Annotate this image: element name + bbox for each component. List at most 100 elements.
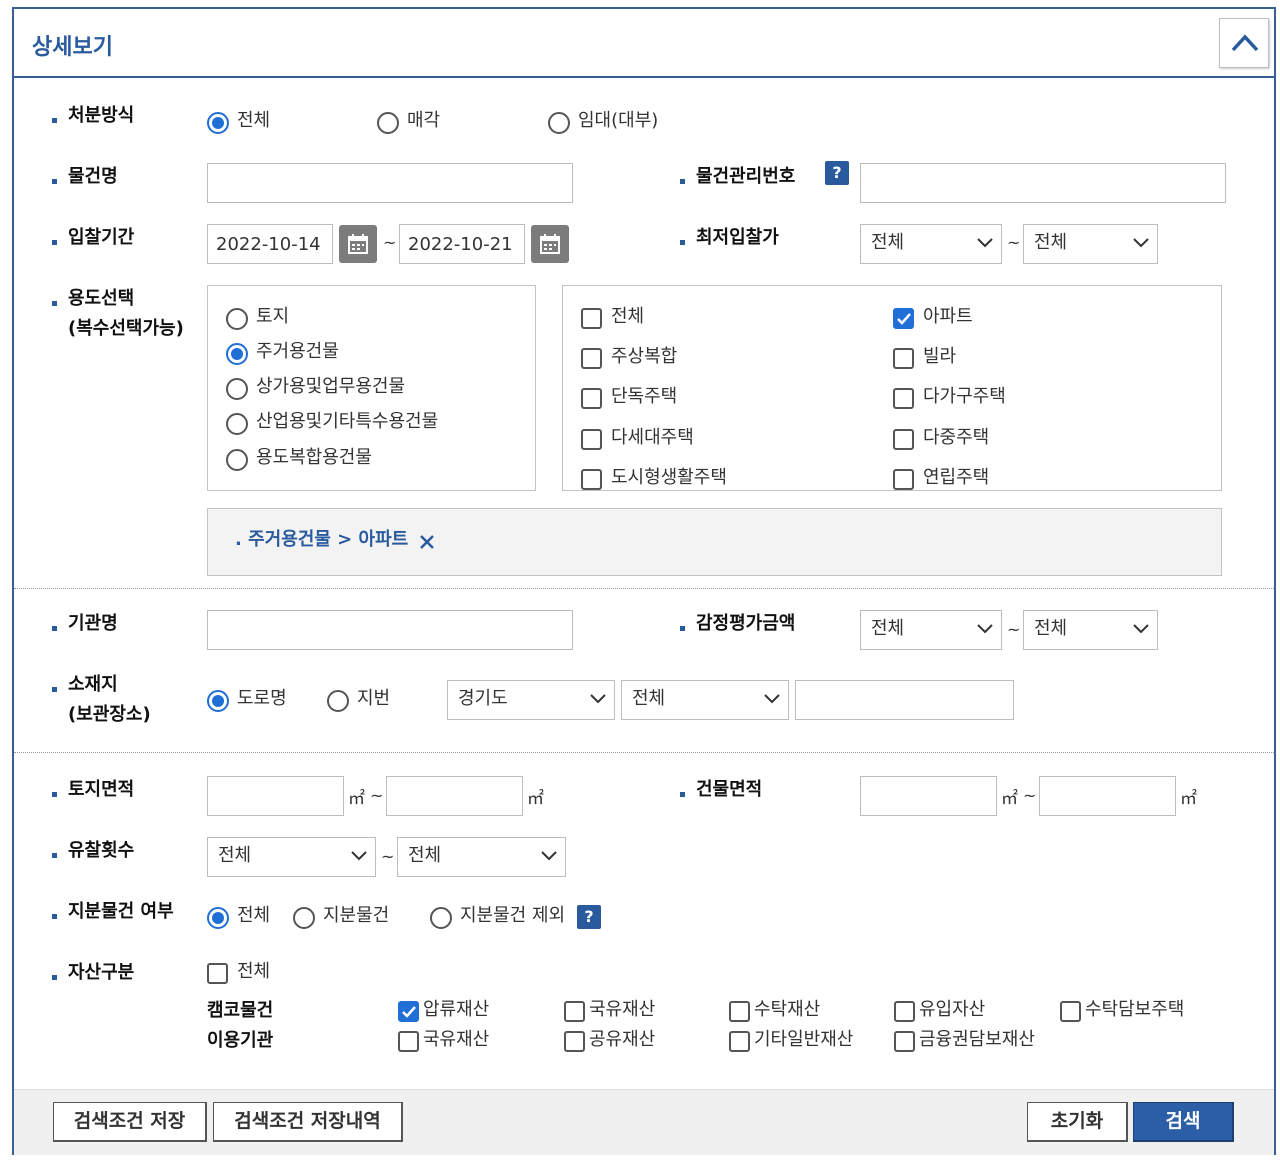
- checkbox-label: 공유재산: [589, 1029, 656, 1050]
- item-no-input[interactable]: [860, 163, 1226, 203]
- checkbox-label: 수탁재산: [754, 999, 821, 1020]
- fail-count-from-select[interactable]: 전체: [207, 837, 376, 877]
- checkbox-subtype-multiunit[interactable]: [893, 429, 914, 450]
- chevron-down-icon: [351, 851, 367, 861]
- chevron-down-icon: [764, 694, 780, 704]
- calendar-button[interactable]: [339, 225, 377, 263]
- checkbox-asset-acquired[interactable]: [894, 1001, 915, 1022]
- checkbox-asset-trust-housing[interactable]: [1060, 1001, 1081, 1022]
- radio-label: 토지: [256, 306, 290, 327]
- save-condition-button[interactable]: 검색조건 저장: [53, 1102, 207, 1142]
- radio-usage-mixed[interactable]: [226, 449, 248, 471]
- radio-label: 상가용및업무용건물: [256, 376, 406, 397]
- province-select[interactable]: 경기도: [447, 680, 615, 720]
- building-area-to-input[interactable]: [1039, 776, 1176, 816]
- checkbox-asset-state[interactable]: [564, 1001, 585, 1022]
- bullet: [52, 118, 57, 123]
- checkbox-subtype-multifamily[interactable]: [893, 388, 914, 409]
- radio-label: 지분물건 제외: [460, 905, 566, 926]
- city-select[interactable]: 전체: [621, 680, 789, 720]
- chevron-down-icon: [590, 694, 606, 704]
- min-bid-to-select[interactable]: 전체: [1023, 224, 1158, 264]
- calendar-icon: [540, 234, 560, 254]
- checkbox-label: 국유재산: [589, 999, 656, 1020]
- checkbox-subtype-mixed-use[interactable]: [581, 348, 602, 369]
- radio-label: 용도복합용건물: [256, 447, 372, 468]
- radio-label: 임대(대부): [578, 110, 659, 131]
- checkbox-subtype-detached[interactable]: [581, 388, 602, 409]
- radio-usage-residential[interactable]: [226, 343, 248, 365]
- checkbox-org-other[interactable]: [729, 1031, 750, 1052]
- radio-label: 주거용건물: [256, 341, 339, 362]
- bullet: [52, 853, 57, 858]
- radio-share-only[interactable]: [293, 907, 315, 929]
- label-org-type: 이용기관: [207, 1030, 274, 1051]
- item-name-input[interactable]: [207, 163, 573, 203]
- usage-subtype-box[interactable]: 전체 주상복합 단독주택 다세대주택 도시형생활주택 아파트 빌라 다가구주택 …: [562, 285, 1222, 491]
- radio-usage-commercial[interactable]: [226, 378, 248, 400]
- checkbox-org-public[interactable]: [564, 1031, 585, 1052]
- search-button[interactable]: 검색: [1133, 1102, 1234, 1142]
- radio-usage-industrial[interactable]: [226, 413, 248, 435]
- checkbox-asset-all[interactable]: [207, 963, 228, 984]
- reset-button[interactable]: 초기화: [1027, 1102, 1128, 1142]
- checkbox-org-financial[interactable]: [894, 1031, 915, 1052]
- radio-disposal-sale[interactable]: [377, 112, 399, 134]
- checkbox-subtype-apartment[interactable]: [893, 308, 914, 329]
- appraisal-from-select[interactable]: 전체: [860, 610, 1002, 650]
- checkbox-label: 도시형생활주택: [611, 467, 727, 488]
- checkbox-label: 금융권담보재산: [919, 1029, 1035, 1050]
- help-icon[interactable]: ?: [577, 905, 601, 929]
- land-area-from-input[interactable]: [207, 776, 344, 816]
- unit-sqm: ㎡: [527, 789, 544, 809]
- checkbox-subtype-urban[interactable]: [581, 469, 602, 490]
- checkbox-label: 압류재산: [423, 999, 490, 1020]
- checkbox-subtype-villa[interactable]: [893, 348, 914, 369]
- label-disposal: 처분방식: [68, 105, 135, 126]
- radio-share-exclude[interactable]: [430, 907, 452, 929]
- checkbox-label: 다중주택: [923, 427, 990, 448]
- collapse-button[interactable]: [1219, 18, 1269, 68]
- help-icon[interactable]: ?: [825, 161, 849, 185]
- bid-end-input[interactable]: [399, 224, 525, 264]
- bullet: [680, 792, 685, 797]
- checkbox-asset-seized[interactable]: [398, 1001, 419, 1022]
- select-value: 전체: [632, 688, 666, 709]
- bid-start-input[interactable]: [207, 224, 333, 264]
- land-area-to-input[interactable]: [386, 776, 523, 816]
- appraisal-to-select[interactable]: 전체: [1023, 610, 1158, 650]
- calendar-button[interactable]: [531, 225, 569, 263]
- divider: [14, 588, 1274, 589]
- org-input[interactable]: [207, 610, 573, 650]
- radio-location-road[interactable]: [207, 690, 229, 712]
- radio-location-lot[interactable]: [327, 690, 349, 712]
- checkbox-subtype-rowhouse[interactable]: [893, 469, 914, 490]
- checkbox-label: 아파트: [923, 306, 973, 327]
- checkbox-subtype-multiplex[interactable]: [581, 429, 602, 450]
- checkbox-asset-trust[interactable]: [729, 1001, 750, 1022]
- label-land-area: 토지면적: [68, 779, 135, 800]
- chevron-down-icon: [1133, 624, 1149, 634]
- fail-count-to-select[interactable]: 전체: [397, 837, 566, 877]
- radio-usage-land[interactable]: [226, 308, 248, 330]
- calendar-icon: [348, 234, 368, 254]
- select-value: 전체: [1034, 618, 1068, 639]
- tilde: ~: [1007, 620, 1021, 639]
- detail-panel: 상세보기 처분방식 전체 매각 임대(대부) 물건명 물건관리번호 ? 입찰기간…: [12, 7, 1276, 1155]
- check-icon: [897, 313, 911, 325]
- radio-disposal-lease[interactable]: [548, 112, 570, 134]
- checkbox-org-state[interactable]: [398, 1031, 419, 1052]
- radio-share-all[interactable]: [207, 907, 229, 929]
- checkbox-label: 다세대주택: [611, 427, 694, 448]
- checkbox-subtype-all[interactable]: [581, 308, 602, 329]
- label-usage: 용도선택: [68, 288, 135, 309]
- chevron-down-icon: [977, 624, 993, 634]
- location-detail-input[interactable]: [795, 680, 1014, 720]
- usage-category-box: 토지 주거용건물 상가용및업무용건물 산업용및기타특수용건물 용도복합용건물: [207, 285, 536, 491]
- saved-conditions-button[interactable]: 검색조건 저장내역: [213, 1102, 403, 1142]
- radio-disposal-all[interactable]: [207, 112, 229, 134]
- building-area-from-input[interactable]: [860, 776, 997, 816]
- checkbox-label: 주상복합: [611, 346, 678, 367]
- min-bid-from-select[interactable]: 전체: [860, 224, 1002, 264]
- close-icon[interactable]: [419, 534, 435, 550]
